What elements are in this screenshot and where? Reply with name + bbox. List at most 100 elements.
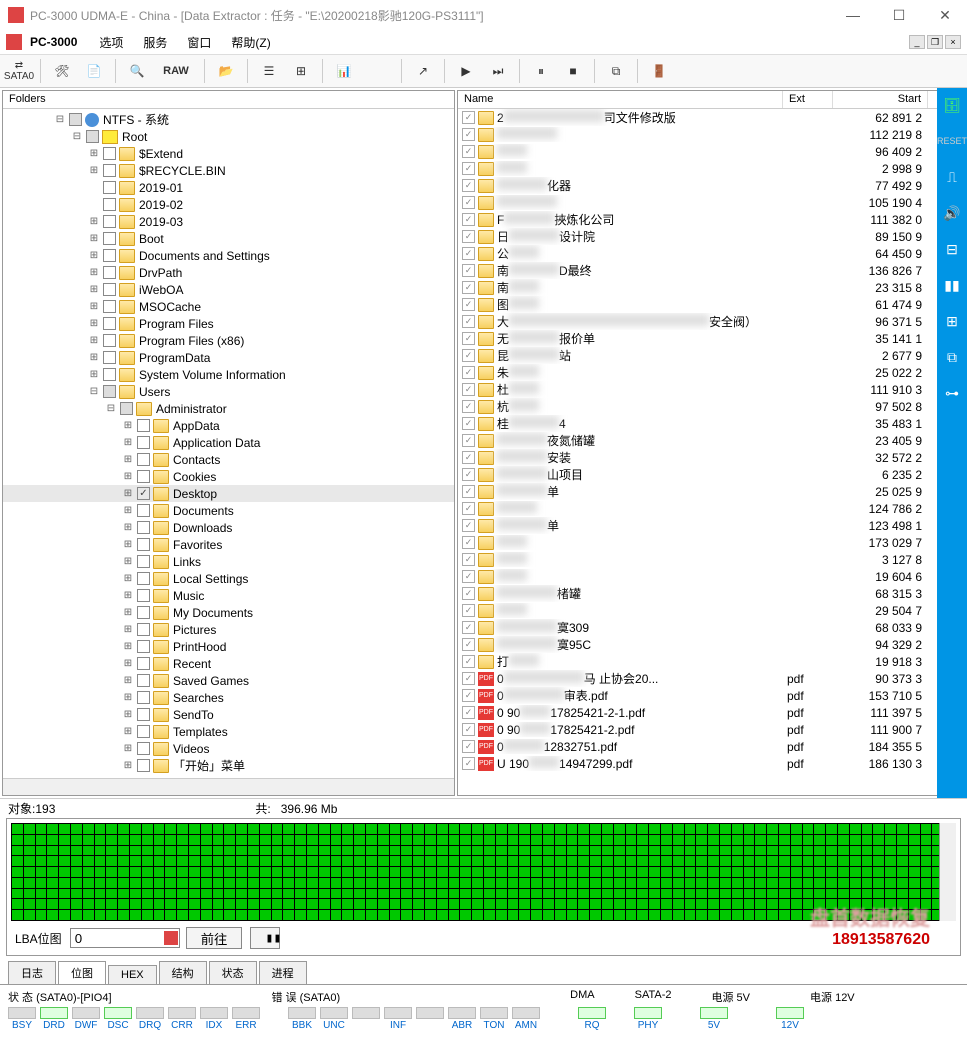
file-row[interactable]: 化器77 492 9	[458, 177, 964, 194]
expander-icon[interactable]: ⊟	[105, 403, 117, 415]
tree-row[interactable]: ⊞DrvPath	[3, 264, 454, 281]
file-checkbox[interactable]	[462, 519, 475, 532]
tree-checkbox[interactable]	[103, 164, 116, 177]
file-row[interactable]: 无报价单35 141 1	[458, 330, 964, 347]
file-checkbox[interactable]	[462, 468, 475, 481]
tree-row[interactable]: ⊞Links	[3, 553, 454, 570]
file-checkbox[interactable]	[462, 485, 475, 498]
tree-row[interactable]: 2019-01	[3, 179, 454, 196]
tree-row[interactable]: ⊞Templates	[3, 723, 454, 740]
file-row[interactable]: 楮罐68 315 3	[458, 585, 964, 602]
search-icon[interactable]: 🔍	[122, 57, 152, 85]
expander-icon[interactable]: ⊞	[88, 369, 100, 381]
file-checkbox[interactable]	[462, 111, 475, 124]
tree-row[interactable]: ⊞Favorites	[3, 536, 454, 553]
mdi-close[interactable]: ×	[945, 35, 961, 49]
file-row[interactable]: 安装32 572 2	[458, 449, 964, 466]
mdi-restore[interactable]: ❐	[927, 35, 943, 49]
file-row[interactable]: PDF0马 止协会20...pdf90 373 3	[458, 670, 964, 687]
file-row[interactable]: 日设计院89 150 9	[458, 228, 964, 245]
tab-5[interactable]: 进程	[259, 961, 307, 984]
expander-icon[interactable]: ⊞	[122, 760, 134, 772]
file-row[interactable]: 图61 474 9	[458, 296, 964, 313]
expander-icon[interactable]: ⊞	[88, 284, 100, 296]
expander-icon[interactable]: ⊞	[122, 726, 134, 738]
tree-row[interactable]: ⊞Program Files	[3, 315, 454, 332]
tree-row[interactable]: ⊞$RECYCLE.BIN	[3, 162, 454, 179]
expander-icon[interactable]: ⊞	[122, 573, 134, 585]
file-checkbox[interactable]	[462, 604, 475, 617]
file-checkbox[interactable]	[462, 553, 475, 566]
expander-icon[interactable]: ⊞	[88, 233, 100, 245]
file-row[interactable]: 单123 498 1	[458, 517, 964, 534]
file-checkbox[interactable]	[462, 723, 475, 736]
file-checkbox[interactable]	[462, 638, 475, 651]
report-icon[interactable]: 📄	[79, 57, 109, 85]
file-row[interactable]: 南D最终136 826 7	[458, 262, 964, 279]
expander-icon[interactable]: ⊞	[122, 607, 134, 619]
expander-icon[interactable]: ⊞	[122, 709, 134, 721]
tree-row[interactable]: ⊟Administrator	[3, 400, 454, 417]
tree-checkbox[interactable]	[103, 181, 116, 194]
tree-checkbox[interactable]	[137, 674, 150, 687]
tree-checkbox[interactable]	[137, 708, 150, 721]
raw-button[interactable]: RAW	[154, 57, 198, 85]
play-icon[interactable]: ▶	[451, 57, 481, 85]
tree-row[interactable]: ⊞Local Settings	[3, 570, 454, 587]
expander-icon[interactable]: ⊞	[88, 216, 100, 228]
tree-row[interactable]: ⊞MSOCache	[3, 298, 454, 315]
tree-checkbox[interactable]	[103, 249, 116, 262]
file-row[interactable]: PDF012832751.pdfpdf184 355 5	[458, 738, 964, 755]
expander-icon[interactable]: ⊞	[88, 250, 100, 262]
tree-row[interactable]: ⊞「开始」菜单	[3, 757, 454, 774]
tree-checkbox[interactable]	[103, 147, 116, 160]
file-row[interactable]: 2司文件修改版62 891 2	[458, 109, 964, 126]
pause-side-icon[interactable]: ▮▮	[941, 274, 963, 296]
expander-icon[interactable]: ⊞	[122, 556, 134, 568]
tree-row[interactable]: ⊞Application Data	[3, 434, 454, 451]
tree-row[interactable]: ⊞Downloads	[3, 519, 454, 536]
file-row[interactable]: 寞95C94 329 2	[458, 636, 964, 653]
tree-checkbox[interactable]	[69, 113, 82, 126]
tree-row[interactable]: ⊞Recent	[3, 655, 454, 672]
tree-row[interactable]: ⊞Contacts	[3, 451, 454, 468]
tree-hscroll[interactable]	[3, 778, 454, 795]
file-checkbox[interactable]	[462, 502, 475, 515]
file-row[interactable]: 3 127 8	[458, 551, 964, 568]
tree-checkbox[interactable]	[137, 436, 150, 449]
tree-checkbox[interactable]	[137, 572, 150, 585]
menu-help[interactable]: 帮助(Z)	[223, 32, 278, 53]
col-ext[interactable]: Ext	[783, 91, 833, 108]
file-checkbox[interactable]	[462, 689, 475, 702]
menu-options[interactable]: 选项	[91, 32, 131, 53]
file-checkbox[interactable]	[462, 230, 475, 243]
file-row[interactable]: PDF0 9017825421-2-1.pdfpdf111 397 5	[458, 704, 964, 721]
tree-checkbox[interactable]	[103, 300, 116, 313]
tree-checkbox[interactable]	[103, 266, 116, 279]
speaker-icon[interactable]: 🔊	[941, 202, 963, 224]
file-row[interactable]: 29 504 7	[458, 602, 964, 619]
tree-row[interactable]: ⊞AppData	[3, 417, 454, 434]
tree-row[interactable]: ⊞My Documents	[3, 604, 454, 621]
file-row[interactable]: 96 409 2	[458, 143, 964, 160]
grid-icon[interactable]: ⊞	[941, 310, 963, 332]
tree-checkbox[interactable]	[137, 555, 150, 568]
file-checkbox[interactable]	[462, 196, 475, 209]
tree-row[interactable]: ⊞Program Files (x86)	[3, 332, 454, 349]
expander-icon[interactable]: ⊟	[71, 131, 83, 143]
stop-icon[interactable]: ■	[558, 57, 588, 85]
file-checkbox[interactable]	[462, 332, 475, 345]
tree-row[interactable]: ⊞Cookies	[3, 468, 454, 485]
tree-row[interactable]: ⊞Music	[3, 587, 454, 604]
file-row[interactable]: 112 219 8	[458, 126, 964, 143]
expander-icon[interactable]: ⊟	[54, 114, 66, 126]
tree-checkbox[interactable]	[137, 640, 150, 653]
tree-icon[interactable]: ⊞	[286, 57, 316, 85]
tree-row[interactable]: ⊞Videos	[3, 740, 454, 757]
expander-icon[interactable]: ⊞	[88, 267, 100, 279]
tree-row[interactable]: ⊞2019-03	[3, 213, 454, 230]
tree-checkbox[interactable]	[137, 589, 150, 602]
expander-icon[interactable]: ⊞	[122, 658, 134, 670]
file-checkbox[interactable]	[462, 247, 475, 260]
file-checkbox[interactable]	[462, 264, 475, 277]
